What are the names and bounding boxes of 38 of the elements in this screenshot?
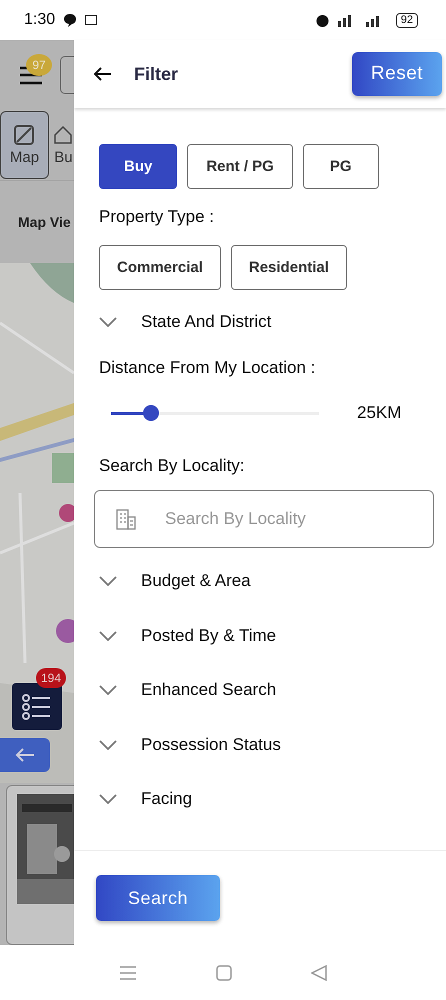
filter-section[interactable]: Budget & Area: [99, 554, 426, 608]
notification-badge: 97: [26, 54, 52, 76]
section-label: Search By Locality:: [99, 456, 246, 476]
filter-section[interactable]: Possession Status: [99, 718, 426, 772]
back-icon[interactable]: [310, 964, 327, 980]
battery-icon: 92: [396, 12, 418, 28]
reset-button[interactable]: Reset: [352, 52, 442, 96]
back-button[interactable]: [94, 67, 112, 81]
map-icon: [14, 124, 34, 144]
map-tab[interactable]: Bu: [52, 111, 74, 179]
map-tab[interactable]: Map: [0, 111, 49, 179]
listing-type-toggle[interactable]: Buy: [99, 144, 178, 189]
slider-thumb[interactable]: [142, 405, 159, 421]
mail-icon: [85, 15, 98, 25]
building-icon: [115, 508, 137, 530]
search-button[interactable]: Search: [96, 875, 220, 921]
arrow-left-icon: [94, 67, 112, 81]
chat-icon: [63, 13, 78, 27]
section-label: Distance From My Location :: [99, 358, 316, 378]
status-time: 1:30: [24, 11, 56, 29]
listing-type-toggle[interactable]: PG: [302, 144, 379, 189]
state-district-section[interactable]: State And District: [99, 290, 426, 354]
filter-section[interactable]: Facing: [99, 772, 426, 826]
arrow-left-icon: [15, 747, 35, 763]
list-icon: [22, 694, 52, 720]
listing-type-toggle[interactable]: Rent / PG: [187, 144, 293, 189]
locality-search-field[interactable]: Search By Locality: [94, 490, 434, 548]
list-button[interactable]: [12, 683, 62, 730]
property-type-toggle[interactable]: Residential: [230, 245, 347, 290]
drawer-title: Filter: [134, 64, 178, 84]
house-icon: [53, 124, 74, 144]
distance-reading: 25KM: [357, 403, 402, 423]
section-label: Property Type :: [99, 207, 215, 227]
listing-card[interactable]: [6, 785, 74, 945]
property-type-toggle[interactable]: Commercial: [99, 245, 221, 290]
filter-section[interactable]: Posted By & Time: [99, 608, 426, 663]
filter-section[interactable]: Enhanced Search: [99, 663, 426, 718]
home-icon[interactable]: [216, 964, 232, 980]
